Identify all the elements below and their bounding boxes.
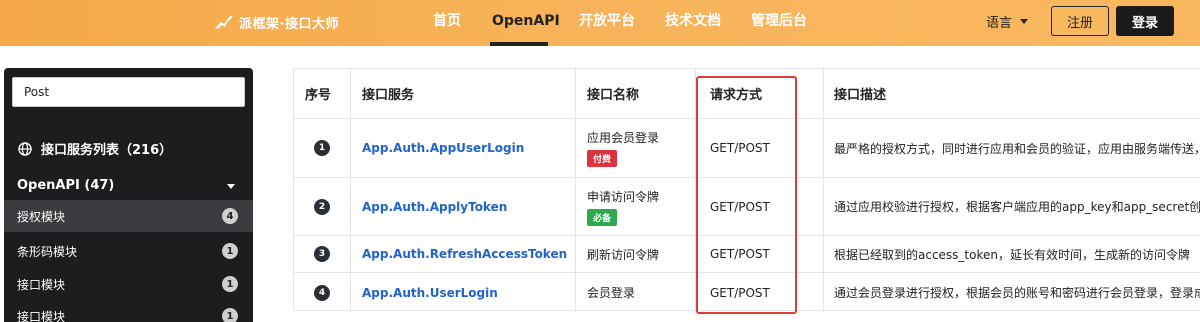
row-number: 2 bbox=[314, 198, 330, 215]
request-method: GET/POST bbox=[710, 199, 770, 214]
request-method: GET/POST bbox=[710, 247, 770, 261]
chevron-down-icon bbox=[1020, 19, 1029, 24]
search-input[interactable]: Post bbox=[12, 77, 245, 107]
register-button[interactable]: 注册 bbox=[1051, 6, 1109, 36]
count-badge: 4 bbox=[222, 208, 238, 224]
api-name: 应用会员登录 bbox=[587, 131, 660, 145]
required-badge: 必备 bbox=[587, 208, 618, 226]
sidebar-item-barcode[interactable]: 条形码模块 1 bbox=[4, 235, 253, 267]
service-link[interactable]: App.Auth.ApplyToken bbox=[362, 200, 507, 214]
active-nav-indicator bbox=[490, 42, 548, 46]
nav-admin[interactable]: 管理后台 bbox=[751, 11, 807, 31]
sidebar-item-label: 接口模块 bbox=[17, 277, 66, 292]
sidebar-item-interface[interactable]: 接口模块 1 bbox=[4, 268, 253, 300]
request-method: GET/POST bbox=[710, 285, 770, 300]
sidebar-item-label: 授权模块 bbox=[17, 209, 66, 224]
api-table: 序号 接口服务 接口名称 请求方式 接口描述 1 App.Auth.AppUse… bbox=[293, 68, 1200, 312]
count-badge: 1 bbox=[222, 308, 238, 322]
nav-tech-docs[interactable]: 技术文档 bbox=[665, 11, 721, 31]
sidebar-item-interface-2[interactable]: 接口模块 1 bbox=[4, 300, 253, 322]
nav-home[interactable]: 首页 bbox=[433, 11, 461, 31]
service-link[interactable]: App.Auth.RefreshAccessToken bbox=[362, 247, 567, 261]
top-navbar: 派框架·接口大师 首页 OpenAPI 开放平台 技术文档 管理后台 语言 注册… bbox=[0, 0, 1200, 46]
sidebar-item-label: 条形码模块 bbox=[17, 244, 78, 259]
row-number: 1 bbox=[314, 140, 330, 156]
login-button[interactable]: 登录 bbox=[1116, 6, 1174, 36]
request-method: GET/POST bbox=[710, 141, 770, 155]
group-title-openapi[interactable]: OpenAPI (47) bbox=[17, 178, 114, 193]
table-row: 2 App.Auth.ApplyToken 申请访问令牌 必备 GET/POST… bbox=[294, 178, 1200, 236]
paid-badge: 付费 bbox=[587, 150, 618, 167]
header-index: 序号 bbox=[305, 88, 332, 103]
site-logo[interactable]: 派框架·接口大师 bbox=[213, 12, 339, 32]
api-name: 刷新访问令牌 bbox=[587, 247, 660, 262]
count-badge: 1 bbox=[222, 243, 238, 259]
table-row: 1 App.Auth.AppUserLogin 应用会员登录 付费 GET/PO… bbox=[294, 119, 1200, 178]
api-name: 会员登录 bbox=[587, 286, 636, 300]
sidebar-item-auth[interactable]: 授权模块 4 bbox=[4, 200, 253, 232]
service-link[interactable]: App.Auth.AppUserLogin bbox=[362, 141, 524, 155]
row-number: 4 bbox=[314, 284, 330, 301]
nav-openapi[interactable]: OpenAPI bbox=[492, 11, 560, 31]
header-service: 接口服务 bbox=[362, 88, 415, 103]
api-description: 通过应用校验进行授权，根据客户端应用的app_key和app_secret创建新 bbox=[834, 200, 1200, 214]
api-description: 最严格的授权方式，同时进行应用和会员的验证，应用由服务端传送，会 bbox=[834, 141, 1200, 156]
table-header-row: 序号 接口服务 接口名称 请求方式 接口描述 bbox=[294, 69, 1200, 119]
api-name: 申请访问令牌 bbox=[587, 189, 660, 204]
chevron-down-icon[interactable] bbox=[227, 184, 235, 189]
sidebar-item-label: 接口模块 bbox=[17, 309, 66, 322]
header-description: 接口描述 bbox=[834, 88, 887, 103]
table-row: 4 App.Auth.UserLogin 会员登录 GET/POST 通过会员登… bbox=[294, 273, 1200, 312]
logo-icon bbox=[215, 15, 233, 29]
api-list-title[interactable]: 接口服务列表（216） bbox=[18, 139, 172, 158]
api-list-label: 接口服务列表（216） bbox=[41, 143, 173, 158]
logo-text: 派框架·接口大师 bbox=[239, 16, 339, 32]
service-link[interactable]: App.Auth.UserLogin bbox=[362, 286, 498, 300]
header-name: 接口名称 bbox=[587, 88, 640, 103]
table-row: 3 App.Auth.RefreshAccessToken 刷新访问令牌 GET… bbox=[294, 236, 1200, 273]
count-badge: 1 bbox=[222, 276, 238, 292]
globe-icon bbox=[18, 141, 32, 156]
api-description: 根据已经取到的access_token，延长有效时间，生成新的访问令牌 bbox=[834, 247, 1190, 262]
sidebar: Post 接口服务列表（216） OpenAPI (47) 授权模块 4 条形码… bbox=[4, 68, 253, 322]
row-number: 3 bbox=[314, 246, 330, 262]
header-method: 请求方式 bbox=[710, 88, 763, 103]
language-label: 语言 bbox=[986, 16, 1013, 31]
language-dropdown[interactable]: 语言 bbox=[986, 12, 1029, 31]
api-description: 通过会员登录进行授权，根据会员的账号和密码进行会员登录，登录成功 bbox=[834, 286, 1200, 300]
nav-open-platform[interactable]: 开放平台 bbox=[579, 11, 635, 31]
